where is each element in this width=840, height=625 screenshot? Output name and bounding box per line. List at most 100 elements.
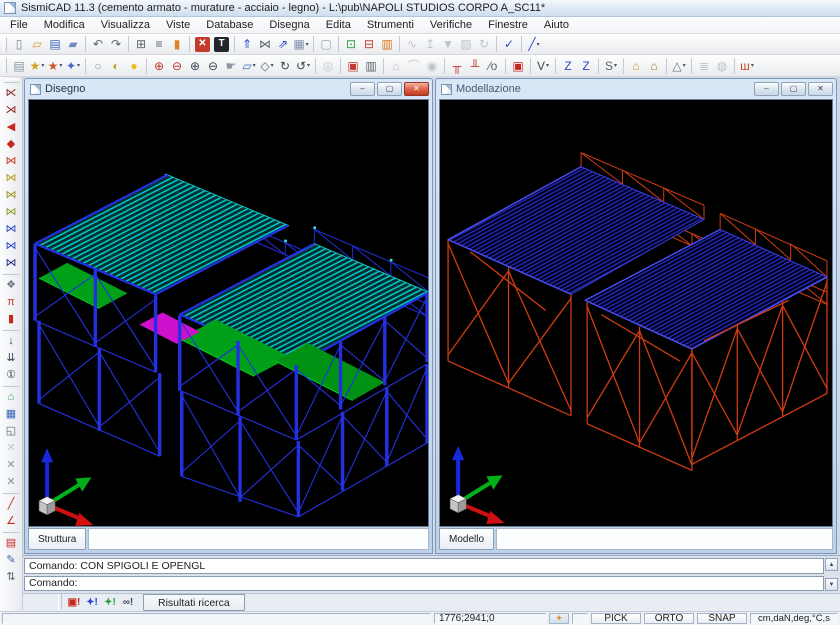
new-document-button[interactable]: ▯: [10, 35, 28, 53]
menu-visualizza[interactable]: Visualizza: [93, 18, 158, 32]
cylinder-button[interactable]: ▮: [2, 311, 21, 328]
codes-archive-button[interactable]: ⊞: [132, 35, 150, 53]
new-phase-button[interactable]: ★▾: [28, 57, 46, 75]
dropdown-caret-icon[interactable]: ▾: [751, 62, 754, 69]
phase-blue-button[interactable]: ✦▾: [64, 57, 82, 75]
zoom-out-button[interactable]: ⊖: [204, 57, 222, 75]
dropdown-caret-icon[interactable]: ▾: [307, 62, 310, 69]
view-left-button[interactable]: ◀: [2, 119, 21, 136]
dropdown-caret-icon[interactable]: ▾: [614, 62, 617, 69]
minimize-button[interactable]: ‒: [350, 82, 375, 96]
preferences-button[interactable]: ≡: [150, 35, 168, 53]
menu-finestre[interactable]: Finestre: [480, 18, 536, 32]
materials-button[interactable]: ▮: [168, 35, 186, 53]
lamp-half-button[interactable]: ◐: [107, 57, 125, 75]
solid-layers-button[interactable]: ❖: [2, 277, 21, 294]
plan-frame-green-button[interactable]: ⊡: [342, 35, 360, 53]
line-red-button[interactable]: ╱: [2, 496, 21, 513]
tab-risultati-ricerca[interactable]: Risultati ricerca: [143, 594, 245, 611]
reinforcement-button[interactable]: ✕: [195, 37, 210, 52]
save-view-button[interactable]: ▤: [2, 535, 21, 552]
steel-z2-button[interactable]: Z: [577, 57, 595, 75]
modellazione-titlebar[interactable]: Modellazione ‒ ▢ ✕: [436, 79, 836, 99]
slash-o-button[interactable]: ∕o: [484, 57, 502, 75]
pencil-button[interactable]: ✎: [2, 552, 21, 569]
verify-check-button[interactable]: ✓: [500, 35, 518, 53]
pan-button[interactable]: ☛: [222, 57, 240, 75]
search-results-button[interactable]: ∞!: [119, 595, 137, 611]
bench-button[interactable]: ш▾: [738, 57, 756, 75]
alert-green-button[interactable]: ✦!: [101, 595, 119, 611]
tab-modello[interactable]: Modello: [439, 528, 494, 550]
view-plane-button[interactable]: ▱▾: [240, 57, 258, 75]
snap-toggle[interactable]: SNAP: [697, 613, 747, 624]
disegno-viewport[interactable]: [28, 99, 429, 527]
polyline-red-button[interactable]: ∠: [2, 513, 21, 530]
render-screen-button[interactable]: ▣: [344, 57, 362, 75]
blank-layer-button[interactable]: ▢: [317, 35, 335, 53]
menu-viste[interactable]: Viste: [158, 18, 198, 32]
roof-warm2-button[interactable]: ⌂: [645, 57, 663, 75]
dropdown-caret-icon[interactable]: ▾: [546, 62, 549, 69]
save-button[interactable]: ▤: [46, 35, 64, 53]
layers-button[interactable]: ▤: [10, 57, 28, 75]
solid-view-button[interactable]: ▦▾: [292, 35, 310, 53]
window-one-button[interactable]: ◱: [2, 423, 21, 440]
orbit-button[interactable]: ↻: [276, 57, 294, 75]
table-button[interactable]: π: [2, 294, 21, 311]
layer-star-icon[interactable]: ✦: [549, 613, 569, 624]
command-input-line[interactable]: Comando:: [24, 576, 824, 592]
view-xpos-button[interactable]: ⋊: [2, 102, 21, 119]
view-xneg-button[interactable]: ⋉: [2, 85, 21, 102]
dropdown-caret-icon[interactable]: ▾: [306, 41, 309, 48]
s-profile-button[interactable]: S▾: [602, 57, 620, 75]
open-model-button[interactable]: ▰: [64, 35, 82, 53]
command-history-line[interactable]: Comando: CON SPIGOLI E OPENGL: [24, 558, 824, 574]
zoom-previous-button[interactable]: ⊖: [168, 57, 186, 75]
loads-button[interactable]: ⇊: [2, 350, 21, 367]
beam-section-button[interactable]: ╥: [448, 57, 466, 75]
toolbar-grip[interactable]: [3, 58, 7, 73]
tab-struttura[interactable]: Struttura: [28, 528, 86, 550]
view-front-button[interactable]: ⋈: [2, 153, 21, 170]
tabstrip-scroll-area[interactable]: [88, 528, 429, 550]
storey-button[interactable]: ①: [2, 367, 21, 384]
scroll-down-button[interactable]: ▼: [825, 578, 838, 591]
disegno-titlebar[interactable]: Disegno ‒ ▢ ✕: [25, 79, 432, 99]
x-a-button[interactable]: ✕: [2, 457, 21, 474]
alert-red-button[interactable]: ▣!: [65, 595, 83, 611]
scroll-up-button[interactable]: ▲: [825, 558, 838, 571]
dropdown-caret-icon[interactable]: ▾: [77, 62, 80, 69]
menu-database[interactable]: Database: [198, 18, 261, 32]
close-button[interactable]: ✕: [808, 82, 833, 96]
view-ypos-button[interactable]: ⋈: [2, 204, 21, 221]
named-views-button[interactable]: ↺▾: [294, 57, 312, 75]
view-diamond-button[interactable]: ◆: [2, 136, 21, 153]
structure-view-button[interactable]: ⇑: [238, 35, 256, 53]
menu-strumenti[interactable]: Strumenti: [359, 18, 422, 32]
menu-file[interactable]: File: [2, 18, 36, 32]
section-cut-button[interactable]: ⋈: [256, 35, 274, 53]
undo-button[interactable]: ↶: [89, 35, 107, 53]
dropdown-caret-icon[interactable]: ▾: [537, 41, 540, 48]
panel-blue-button[interactable]: ▦: [2, 406, 21, 423]
modellazione-viewport[interactable]: [439, 99, 833, 527]
steel-z1-button[interactable]: Z: [559, 57, 577, 75]
menu-edita[interactable]: Edita: [318, 18, 359, 32]
maximize-button[interactable]: ▢: [781, 82, 806, 96]
column-section-button[interactable]: ╨: [466, 57, 484, 75]
edit-phase-button[interactable]: ★▾: [46, 57, 64, 75]
menu-disegna[interactable]: Disegna: [261, 18, 317, 32]
dropdown-caret-icon[interactable]: ▾: [683, 62, 686, 69]
toolbar-grip[interactable]: [4, 79, 19, 83]
load-down-button[interactable]: ↓: [2, 333, 21, 350]
view-back-button[interactable]: ⋈: [2, 170, 21, 187]
open-folder-button[interactable]: ▱: [28, 35, 46, 53]
arrows-updown-button[interactable]: ⇅: [2, 569, 21, 586]
orto-toggle[interactable]: ORTO: [644, 613, 694, 624]
roof-warm-button[interactable]: ⌂: [627, 57, 645, 75]
lamp-on-button[interactable]: ●: [125, 57, 143, 75]
toolbar-grip[interactable]: [58, 594, 62, 609]
wall-panel-button[interactable]: ▣: [509, 57, 527, 75]
dropdown-caret-icon[interactable]: ▾: [271, 62, 274, 69]
